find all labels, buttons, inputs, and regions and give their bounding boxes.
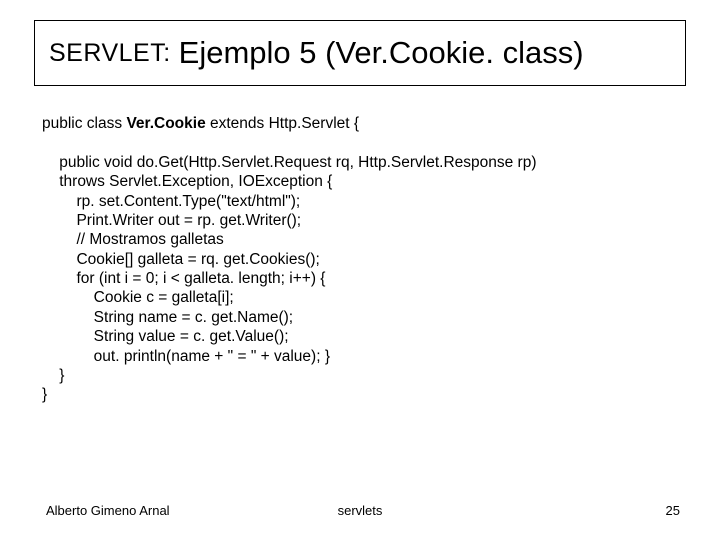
code-line: }: [42, 367, 64, 384]
code-line: rp. set.Content.Type("text/html");: [42, 193, 300, 210]
code-line: public void do.Get(Http.Servlet.Request …: [42, 154, 537, 171]
code-line: // Mostramos galletas: [42, 231, 224, 248]
code-line: Cookie c = galleta[i];: [42, 289, 234, 306]
title-label: SERVLET:: [49, 39, 171, 68]
code-line: Cookie[] galleta = rq. get.Cookies();: [42, 251, 320, 268]
code-class-name: Ver.Cookie: [126, 115, 205, 132]
slide: SERVLET: Ejemplo 5 (Ver.Cookie. class) p…: [0, 0, 720, 540]
code-decl-suffix: extends Http.Servlet {: [206, 115, 359, 132]
code-line: String value = c. get.Value();: [42, 328, 289, 345]
code-line: throws Servlet.Exception, IOException {: [42, 173, 332, 190]
footer-center: servlets: [0, 503, 720, 518]
slide-title-box: SERVLET: Ejemplo 5 (Ver.Cookie. class): [34, 20, 686, 86]
code-line: out. println(name + " = " + value); }: [42, 348, 330, 365]
code-line: }: [42, 386, 47, 403]
code-block: public class Ver.Cookie extends Http.Ser…: [42, 114, 682, 405]
title-main: Ejemplo 5 (Ver.Cookie. class): [179, 35, 584, 71]
code-line: String name = c. get.Name();: [42, 309, 293, 326]
code-decl-line: public class Ver.Cookie extends Http.Ser…: [42, 115, 359, 132]
code-line: Print.Writer out = rp. get.Writer();: [42, 212, 301, 229]
code-decl-prefix: public class: [42, 115, 126, 132]
footer-page-number: 25: [666, 503, 680, 518]
code-line: for (int i = 0; i < galleta. length; i++…: [42, 270, 325, 287]
